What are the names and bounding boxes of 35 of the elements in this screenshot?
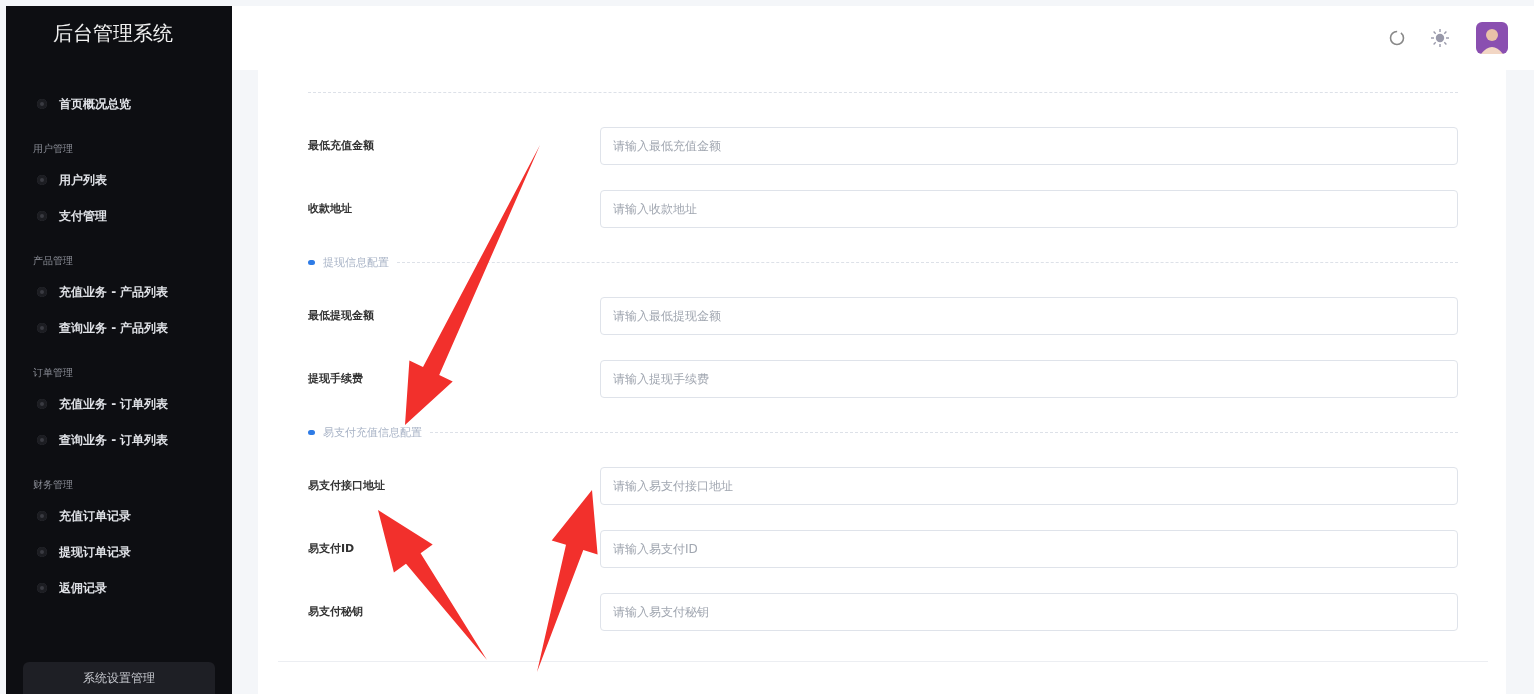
input-field[interactable]: 请输入提现手续费 — [600, 359, 1458, 398]
input-field[interactable]: 请输入最低提现金额 — [600, 296, 1458, 335]
sidebar-item[interactable]: 提现订单记录 — [6, 534, 232, 570]
app-title: 后台管理系统 — [52, 19, 174, 47]
field-label: 易支付接口地址 — [308, 478, 386, 493]
field-label: 易支付ID — [308, 541, 356, 556]
sidebar-item[interactable]: 用户列表 — [6, 162, 232, 198]
sidebar-item[interactable]: 查询业务 - 订单列表 — [6, 422, 232, 458]
input-field[interactable]: 请输入收款地址 — [600, 189, 1458, 228]
sidebar-item[interactable]: 支付管理 — [6, 198, 232, 234]
sidebar-item[interactable]: 查询业务 - 产品列表 — [6, 310, 232, 346]
sidebar-item[interactable]: 充值订单记录 — [6, 498, 232, 534]
refresh-icon[interactable] — [1388, 29, 1406, 47]
input-field[interactable]: 请输入易支付ID — [600, 529, 1458, 568]
section-title: 易支付充值信息配置 — [323, 424, 422, 440]
field-label: 提现手续费 — [308, 371, 364, 386]
input-field[interactable]: 请输入易支付秘钥 — [600, 592, 1458, 631]
settings-menu-button[interactable]: 系统设置管理 — [23, 662, 215, 694]
section-title: 提现信息配置 — [323, 254, 389, 270]
sun-icon[interactable] — [1430, 28, 1450, 48]
input-field[interactable]: 请输入最低充值金额 — [600, 126, 1458, 165]
avatar[interactable] — [1476, 22, 1508, 54]
menu-group-label: 用户管理 — [32, 142, 74, 156]
sidebar-item[interactable]: 充值业务 - 产品列表 — [6, 274, 232, 310]
menu-group-label: 订单管理 — [32, 366, 74, 380]
menu-group-label: 财务管理 — [32, 478, 74, 492]
field-label: 最低充值金额 — [308, 138, 375, 153]
field-label: 易支付秘钥 — [308, 604, 364, 619]
field-label: 收款地址 — [308, 201, 353, 216]
sidebar-item[interactable]: 返佣记录 — [6, 570, 232, 606]
sidebar-item[interactable]: 首页概况总览 — [6, 86, 232, 122]
input-field[interactable]: 请输入易支付接口地址 — [600, 466, 1458, 505]
menu-group-label: 产品管理 — [32, 254, 74, 268]
field-label: 最低提现金额 — [308, 308, 375, 323]
sidebar-item[interactable]: 充值业务 - 订单列表 — [6, 386, 232, 422]
